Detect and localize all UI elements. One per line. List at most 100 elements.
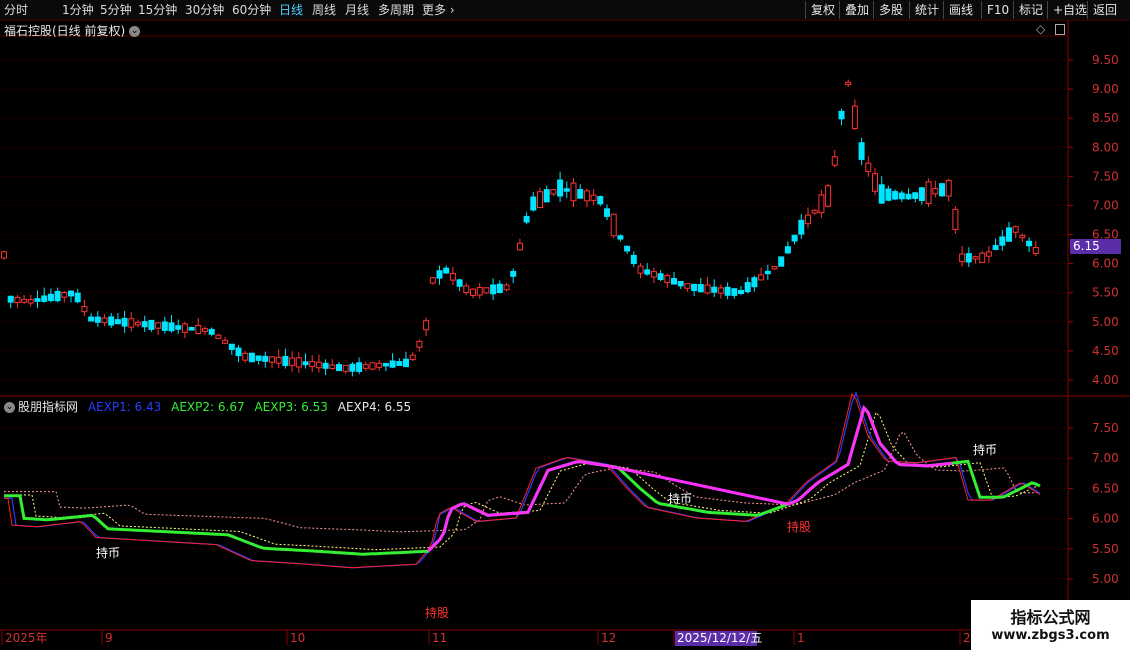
chevron-down-icon[interactable]: ⌄ — [129, 26, 141, 37]
candle-body — [939, 183, 945, 197]
collapse-icon[interactable]: ⌄ — [4, 402, 15, 413]
candle-body — [215, 334, 222, 339]
candle-body — [644, 269, 651, 275]
price-tick-label: 8.00 — [1092, 140, 1119, 154]
price-tick-label: 5.00 — [1092, 315, 1119, 329]
candle-body — [577, 189, 584, 199]
candle-body — [952, 208, 959, 230]
indicator-name: 股朋指标网 — [18, 400, 79, 414]
price-tick-label: 9.50 — [1092, 53, 1119, 67]
candle-body — [423, 320, 430, 331]
candle-body — [289, 357, 296, 366]
candle-body — [677, 281, 684, 287]
candle-body — [436, 270, 443, 279]
candle-body — [470, 288, 476, 296]
candle-body — [242, 352, 249, 361]
candle-body — [322, 362, 329, 369]
candle-body — [7, 295, 14, 303]
candle-body — [389, 360, 396, 368]
candle-body — [979, 252, 986, 263]
candle-body — [1032, 247, 1039, 254]
candle-body — [329, 364, 336, 369]
candle-body — [925, 181, 932, 205]
candle-body — [202, 328, 208, 332]
candle-body — [101, 317, 108, 324]
candle-body — [47, 293, 54, 301]
indicator-tick-label: 6.50 — [1092, 481, 1119, 495]
candle-body — [851, 105, 858, 129]
candle-body — [825, 185, 832, 207]
legend-aexp1: AEXP1: 6.43 — [87, 400, 162, 414]
price-tick-label: 6.00 — [1092, 257, 1119, 271]
aexp-red-line — [4, 392, 1041, 569]
candle-body — [168, 322, 175, 332]
candle-body — [1006, 227, 1012, 242]
candle-body — [342, 364, 349, 372]
legend-aexp4: AEXP4: 6.55 — [337, 400, 412, 414]
price-tick-label: 5.50 — [1092, 286, 1119, 300]
signal-annotation: 持币 — [668, 491, 692, 506]
candle-body — [1, 251, 7, 259]
candle-body — [54, 290, 61, 302]
candle-body — [369, 362, 376, 370]
signal-annotation: 持股 — [787, 519, 811, 534]
indicator-tick-label: 5.50 — [1092, 542, 1119, 556]
candle-body — [356, 362, 363, 372]
candle-body — [74, 292, 81, 303]
candle-body — [409, 354, 416, 360]
stock-chart[interactable]: 9.50 9.00 8.50 8.00 7.50 7.00 6.50 6.00 5.50 5.00… — [0, 0, 1130, 650]
candle-body — [41, 295, 48, 302]
candle-body — [650, 271, 657, 278]
candle-body — [336, 364, 342, 372]
candle-body — [1012, 226, 1019, 233]
candle-body — [443, 267, 450, 274]
candle-body — [14, 296, 21, 304]
signal-annotation: 持股 — [425, 605, 449, 620]
candle-body — [175, 325, 182, 330]
candle-body — [597, 196, 604, 205]
candle-body — [181, 323, 188, 333]
candle-body — [691, 283, 698, 291]
candle-body — [724, 286, 731, 296]
candle-body — [161, 321, 168, 331]
signal-annotation: 持币 — [973, 442, 997, 457]
candle-body — [382, 362, 389, 367]
candle-body — [141, 321, 148, 328]
candle-body — [617, 235, 624, 240]
candle-body — [376, 362, 383, 368]
candle-body — [563, 188, 570, 192]
candle-body — [932, 188, 939, 195]
diamond-icon[interactable]: ◇ — [1036, 22, 1045, 36]
candle-body — [121, 317, 128, 327]
candle-body — [872, 173, 878, 192]
candle-body — [671, 278, 677, 285]
candle-body — [449, 272, 456, 281]
price-tick-label: 9.00 — [1092, 82, 1119, 96]
indicator-tick-label: 7.50 — [1092, 421, 1119, 435]
candle-body — [657, 273, 664, 281]
candle-body — [738, 290, 744, 294]
time-label: 1 — [797, 631, 805, 645]
candle-body — [711, 286, 718, 293]
price-tick-label: 8.50 — [1092, 111, 1119, 125]
indicator-legend: ⌄ 股朋指标网 AEXP1: 6.43 AEXP2: 6.67 AEXP3: 6.… — [4, 398, 417, 415]
candle-body — [878, 184, 885, 204]
indicator-tick-label: 5.00 — [1092, 572, 1119, 586]
candle-body — [604, 208, 610, 217]
candle-body — [195, 324, 202, 334]
candle-body — [912, 192, 919, 199]
candle-body — [845, 81, 852, 86]
candle-body — [362, 364, 369, 369]
candle-body — [403, 358, 409, 368]
candle-body — [858, 142, 865, 160]
candle-body — [148, 319, 155, 330]
time-label: 9 — [105, 631, 113, 645]
candle-body — [731, 288, 738, 296]
candle-body — [630, 254, 637, 264]
aexp2-hold-segment — [426, 405, 953, 553]
candle-body — [784, 246, 791, 254]
price-tick-label: 7.00 — [1092, 198, 1119, 212]
indicator-tick-label: 6.00 — [1092, 512, 1119, 526]
candle-body — [570, 182, 577, 202]
window-toggle-icon[interactable] — [1055, 24, 1066, 35]
